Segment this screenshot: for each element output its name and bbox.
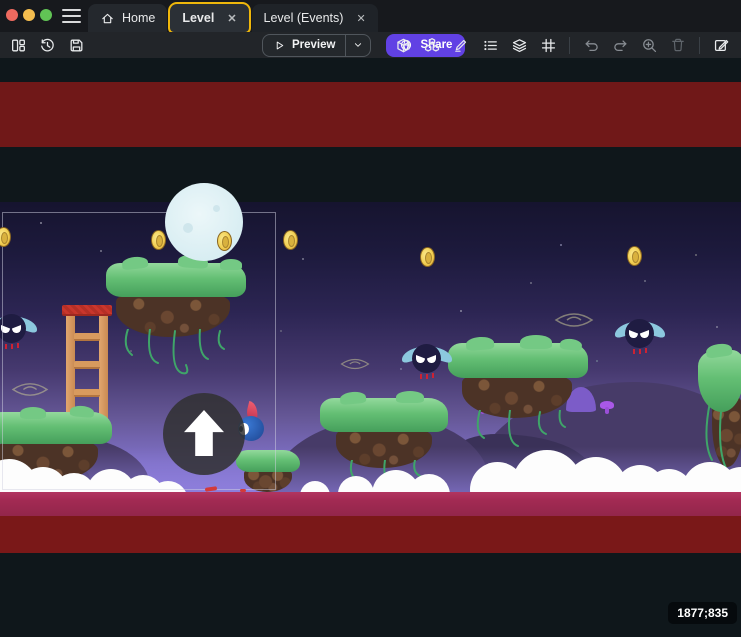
coin[interactable] [217,231,232,251]
chevron-down-icon [352,39,364,51]
tab-bar: Home Level ✕ Level (Events) ✕ [88,4,378,32]
zoom-window-button[interactable] [40,9,52,21]
open-instances-list-button[interactable] [480,34,500,56]
close-tab-icon[interactable]: ✕ [227,12,236,25]
redo-button[interactable] [610,34,630,56]
window-controls [6,9,52,21]
open-objects-panel-button[interactable] [393,34,413,56]
editor-toolbar: Preview Share [0,32,741,58]
grid-icon [540,37,557,54]
minimize-window-button[interactable] [23,9,35,21]
jump-button[interactable] [163,393,245,475]
zoom-in-button[interactable] [639,34,659,56]
app-window: Home Level ✕ Level (Events) ✕ Preview [0,0,741,637]
titlebar: Home Level ✕ Level (Events) ✕ [0,0,741,32]
background-red-band-top [0,82,741,147]
tab-label: Home [122,11,155,25]
toolbar-divider [699,37,700,54]
preview-options-button[interactable] [345,35,370,56]
play-icon [273,39,286,52]
edit-properties-icon [713,37,730,54]
panels-icon [10,37,27,54]
save-icon [68,37,85,54]
toggle-panels-button[interactable] [8,34,28,56]
home-icon [100,11,115,26]
object-groups-icon [423,36,441,54]
ground-red-band [0,516,741,553]
preview-button[interactable]: Preview [263,35,345,56]
tab-label: Level [182,11,214,25]
zoom-in-icon [641,37,658,54]
tab-level[interactable]: Level ✕ [170,4,248,32]
coin[interactable] [151,230,166,250]
scene-properties-button[interactable] [711,34,731,56]
preview-label: Preview [292,39,335,51]
open-object-groups-button[interactable] [422,34,442,56]
object-cube-icon [395,37,412,54]
moon-crater [213,205,220,212]
up-arrow-icon [184,410,224,456]
history-button[interactable] [37,34,57,56]
close-window-button[interactable] [6,9,18,21]
undo-button[interactable] [581,34,601,56]
coin[interactable] [627,246,642,266]
save-button[interactable] [66,34,86,56]
redo-icon [612,37,629,54]
cursor-coordinates: 1877;835 [668,602,737,624]
tab-home[interactable]: Home [88,4,167,32]
moon[interactable] [165,183,243,261]
ground-pink-band [0,492,741,516]
game-scene[interactable] [0,202,741,492]
instances-list-icon [482,37,499,54]
history-icon [39,37,56,54]
preview-split-button: Preview [262,34,371,57]
tab-label: Level (Events) [264,11,344,25]
trash-icon [670,37,686,53]
menu-icon[interactable] [62,9,81,23]
coin[interactable] [283,230,298,250]
scene-editor-canvas[interactable]: 1877;835 [0,58,741,637]
tab-level-events[interactable]: Level (Events) ✕ [252,4,378,32]
delete-button[interactable] [668,34,688,56]
open-layers-panel-button[interactable] [509,34,529,56]
layers-icon [511,37,528,54]
edit-mode-button[interactable] [451,34,471,56]
moon-crater [183,223,193,233]
close-tab-icon[interactable]: ✕ [356,12,365,25]
pencil-icon [453,37,469,53]
undo-icon [583,37,600,54]
toggle-grid-button[interactable] [538,34,558,56]
coin[interactable] [420,247,435,267]
toolbar-divider [569,37,570,54]
